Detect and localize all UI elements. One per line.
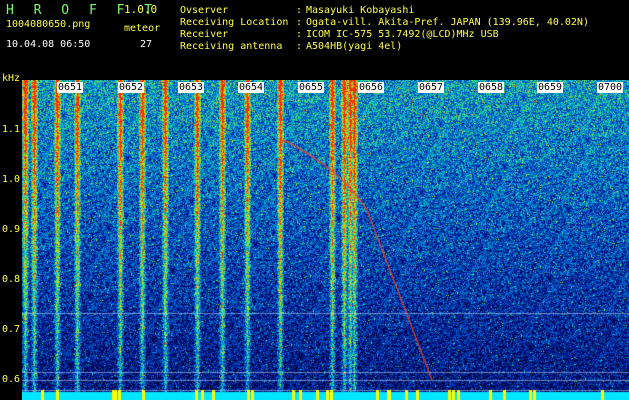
x-tick-label: 0655 [298, 82, 325, 93]
info-value-antenna: A504HB(yagi 4el) [306, 41, 403, 52]
x-tick-label: 0652 [118, 82, 145, 93]
y-tick-label: 1.0 [2, 174, 21, 185]
header-panel: H R O F F T 1.0.0 1004080650.png meteor … [0, 0, 629, 80]
info-value-receiver: ICOM IC-575 53.7492(@LCD)MHz USB [306, 29, 499, 40]
x-tick-label: 0653 [178, 82, 205, 93]
info-value-observer: Masayuki Kobayashi [306, 5, 415, 16]
x-tick-label: 0657 [418, 82, 445, 93]
info-colon: : [296, 41, 303, 52]
x-tick-label: 0658 [478, 82, 505, 93]
info-key-antenna: Receiving antenna [180, 41, 283, 52]
y-tick-label: 1.1 [2, 124, 21, 135]
x-tick-label: 0700 [597, 82, 624, 93]
y-tick-label: 0.9 [2, 224, 21, 235]
x-tick-label: 0654 [238, 82, 265, 93]
info-key-receiver: Receiver [180, 29, 229, 40]
app-version: 1.0.0 [124, 3, 158, 16]
y-tick-label: 0.7 [2, 324, 21, 335]
info-key-location: Receiving Location [180, 17, 289, 28]
info-colon: : [296, 17, 303, 28]
y-axis-unit: kHz [2, 73, 21, 84]
spectrogram [22, 80, 629, 400]
y-tick-label: 0.6 [2, 374, 21, 385]
info-value-location: Ogata-vill. Akita-Pref. JAPAN (139.96E, … [306, 17, 589, 28]
meteor-count: 27 [140, 39, 153, 50]
y-tick-label: 0.8 [2, 274, 21, 285]
date-time: 10.04.08 06:50 [6, 39, 91, 50]
info-key-observer: Ovserver [180, 5, 229, 16]
x-tick-label: 0659 [537, 82, 564, 93]
file-name: 1004080650.png [6, 19, 91, 30]
x-tick-label: 0651 [57, 82, 84, 93]
x-tick-label: 0656 [358, 82, 385, 93]
info-colon: : [296, 5, 303, 16]
meteor-label: meteor [124, 23, 161, 34]
info-colon: : [296, 29, 303, 40]
